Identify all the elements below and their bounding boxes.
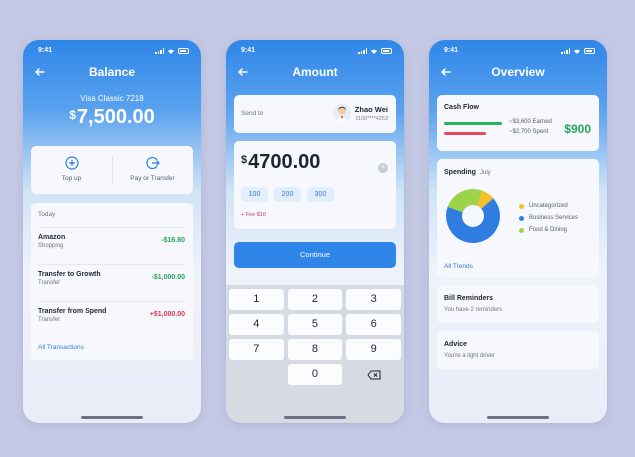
legend-dot (519, 227, 524, 233)
continue-button[interactable]: Continue (234, 242, 396, 268)
plus-circle-icon (64, 156, 79, 170)
signal-icon (561, 48, 570, 54)
transactions-card: Today Amazon Shopping -$16.80 Transfer t… (31, 203, 193, 360)
signal-icon (155, 48, 164, 54)
backspace-key[interactable] (346, 364, 401, 385)
amount-input[interactable]: $4700.00 (241, 151, 320, 174)
spending-title: Spending (444, 169, 476, 176)
battery-icon (381, 48, 392, 54)
net-amount: $900 (564, 122, 591, 136)
legend-item: Food & Dining (519, 224, 578, 236)
earned-text: ~$3,600 Earned (509, 119, 552, 125)
person-icon (335, 106, 349, 122)
all-trends-link[interactable]: All Trends (444, 263, 473, 270)
legend-item: Business Services (519, 212, 578, 224)
send-to-label: Send to (241, 110, 264, 117)
transaction-row[interactable]: Amazon Shopping -$16.80 (38, 227, 185, 257)
top-up-button[interactable]: Top up (31, 146, 112, 194)
preset-chip-100[interactable]: 100 (241, 187, 268, 202)
pay-or-transfer-button[interactable]: Pay or Transfer (112, 146, 193, 194)
amount-card: $4700.00 × 100 200 300 + Fee $10 (234, 141, 396, 229)
cash-flow-card[interactable]: Cash Flow ~$3,600 Earned ~$2,700 Spent $… (437, 95, 599, 151)
spending-month: July (480, 170, 491, 176)
preset-chip-300[interactable]: 300 (307, 187, 334, 202)
home-indicator (487, 416, 549, 419)
amount-screen: 9:41 Amount Send to Zhao Wei 1100****425… (226, 40, 404, 423)
advice-card[interactable]: Advice You're a light driver (437, 331, 599, 369)
legend-item: Uncategorized (519, 200, 578, 212)
bill-reminders-card[interactable]: Bill Reminders You have 2 reminders (437, 285, 599, 323)
wifi-icon (371, 49, 377, 54)
status-bar: 9:41 (429, 47, 607, 57)
action-panel: Top up Pay or Transfer (31, 146, 193, 194)
earned-bar (444, 122, 502, 125)
numeric-keypad: 1 2 3 4 5 6 7 8 9 0 (226, 285, 404, 423)
backspace-icon (367, 370, 381, 380)
cash-flow-title: Cash Flow (444, 104, 480, 111)
all-transactions-link[interactable]: All Transactions (38, 344, 84, 351)
key-3[interactable]: 3 (346, 289, 401, 310)
key-0[interactable]: 0 (287, 364, 343, 385)
key-1[interactable]: 1 (229, 289, 284, 310)
card-name: Visa Classic 7218 (80, 94, 144, 103)
wifi-icon (574, 49, 580, 54)
status-bar: 9:41 (226, 47, 404, 57)
key-4[interactable]: 4 (229, 314, 284, 335)
recipient-name: Zhao Wei (354, 105, 388, 114)
clear-icon[interactable]: × (378, 163, 388, 173)
battery-icon (178, 48, 189, 54)
key-5[interactable]: 5 (287, 314, 343, 335)
status-time: 9:41 (38, 47, 53, 54)
recipient-number: 1100****4253 (355, 116, 388, 122)
fee-note: + Fee $10 (241, 212, 266, 218)
transaction-row[interactable]: Transfer from Spend Transfer +$1,000.00 (38, 301, 185, 331)
page-title: Amount (292, 65, 338, 79)
recipient-card[interactable]: Send to Zhao Wei 1100****4253 (234, 95, 396, 133)
home-indicator (284, 416, 346, 419)
key-6[interactable]: 6 (346, 314, 401, 335)
preset-chip-200[interactable]: 200 (274, 187, 301, 202)
balance-screen: 9:41 Balance Visa Classic 7218 $7,500.00… (23, 40, 201, 423)
balance-amount: $7,500.00 (69, 106, 155, 128)
spending-donut-chart (446, 189, 500, 243)
page-title: Overview (491, 65, 545, 79)
spending-card: Spending July Uncategorized Business Ser… (437, 159, 599, 277)
status-bar: 9:41 (23, 47, 201, 57)
key-blank (229, 364, 284, 385)
page-title: Balance (88, 65, 136, 79)
spent-text: ~$2,700 Spent (509, 129, 549, 135)
key-9[interactable]: 9 (346, 339, 401, 360)
legend-dot (519, 215, 524, 221)
donut-hole (462, 205, 484, 227)
spent-bar (444, 132, 486, 135)
overview-screen: 9:41 Overview Cash Flow ~$3,600 Earned ~… (429, 40, 607, 423)
transaction-row[interactable]: Transfer to Growth Transfer -$1,000.00 (38, 264, 185, 294)
wifi-icon (168, 49, 174, 54)
battery-icon (584, 48, 595, 54)
avatar (333, 104, 351, 122)
home-indicator (81, 416, 143, 419)
section-label: Today (38, 211, 56, 218)
key-8[interactable]: 8 (287, 339, 343, 360)
status-time: 9:41 (241, 47, 256, 54)
key-2[interactable]: 2 (287, 289, 343, 310)
signal-icon (358, 48, 367, 54)
key-7[interactable]: 7 (229, 339, 284, 360)
spending-legend: Uncategorized Business Services Food & D… (519, 200, 578, 236)
legend-dot (519, 203, 524, 209)
transfer-arrow-icon (145, 156, 160, 170)
status-time: 9:41 (444, 47, 459, 54)
